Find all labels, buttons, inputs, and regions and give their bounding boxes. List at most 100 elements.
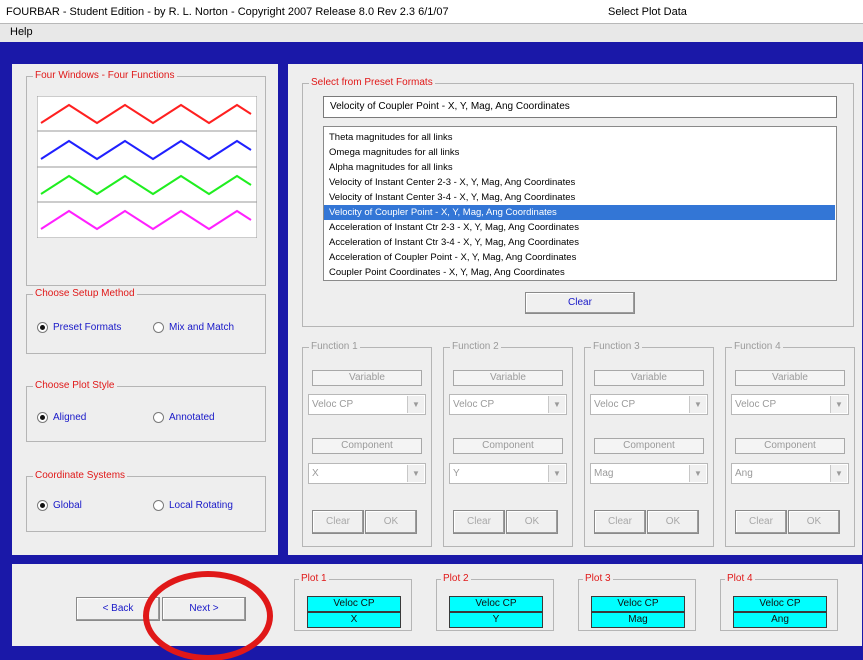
aligned-label[interactable]: Aligned <box>53 412 86 423</box>
function-group-1: Function 1 Variable Veloc CP ▼ Component… <box>302 341 432 547</box>
preset-list-item[interactable]: Coupler Point Coordinates - X, Y, Mag, A… <box>324 265 835 280</box>
component-select[interactable]: Y ▼ <box>449 463 567 484</box>
function-clear-button[interactable]: Clear <box>594 510 646 534</box>
chevron-down-icon[interactable]: ▼ <box>689 396 706 413</box>
window-title: FOURBAR - Student Edition - by R. L. Nor… <box>6 6 449 18</box>
plot-caption: Plot 3 <box>583 573 613 585</box>
function-group-3: Function 3 Variable Veloc CP ▼ Component… <box>584 341 714 547</box>
four-functions-preview <box>37 96 257 238</box>
screen-title: Select Plot Data <box>608 6 687 18</box>
local-rotating-label[interactable]: Local Rotating <box>169 500 233 511</box>
variable-value: Veloc CP <box>453 399 495 410</box>
function-group-2: Function 2 Variable Veloc CP ▼ Component… <box>443 341 573 547</box>
plot-component: X <box>307 612 401 628</box>
variable-label: Variable <box>735 370 845 386</box>
annotated-radio[interactable] <box>153 412 164 423</box>
aligned-radio[interactable] <box>37 412 48 423</box>
menu-help[interactable]: Help <box>10 26 33 38</box>
chevron-down-icon[interactable]: ▼ <box>548 396 565 413</box>
preset-list-item[interactable]: Velocity of Coupler Point - X, Y, Mag, A… <box>324 205 835 220</box>
four-windows-group: Four Windows - Four Functions <box>26 70 266 286</box>
variable-value: Veloc CP <box>312 399 354 410</box>
component-label: Component <box>312 438 422 454</box>
function-clear-button[interactable]: Clear <box>735 510 787 534</box>
setup-method-caption: Choose Setup Method <box>33 288 137 300</box>
preset-list-item[interactable]: Velocity of Instant Center 3-4 - X, Y, M… <box>324 190 835 205</box>
component-value: X <box>312 468 319 479</box>
function-caption: Function 4 <box>732 341 783 353</box>
plot-component: Ang <box>733 612 827 628</box>
variable-select[interactable]: Veloc CP ▼ <box>308 394 426 415</box>
component-select[interactable]: X ▼ <box>308 463 426 484</box>
preset-list-item[interactable]: Acceleration of Instant Ctr 3-4 - X, Y, … <box>324 235 835 250</box>
plot-variable: Veloc CP <box>307 596 401 612</box>
global-label[interactable]: Global <box>53 500 82 511</box>
variable-value: Veloc CP <box>594 399 636 410</box>
variable-label: Variable <box>312 370 422 386</box>
preset-formats-radio[interactable] <box>37 322 48 333</box>
plot-style-caption: Choose Plot Style <box>33 380 117 392</box>
variable-select[interactable]: Veloc CP ▼ <box>590 394 708 415</box>
chevron-down-icon[interactable]: ▼ <box>689 465 706 482</box>
global-radio[interactable] <box>37 500 48 511</box>
variable-select[interactable]: Veloc CP ▼ <box>731 394 849 415</box>
menu-bar: Help <box>0 24 863 42</box>
variable-select[interactable]: Veloc CP ▼ <box>449 394 567 415</box>
function-caption: Function 3 <box>591 341 642 353</box>
variable-label: Variable <box>594 370 704 386</box>
preset-list-item[interactable]: Acceleration of Instant Ctr 2-3 - X, Y, … <box>324 220 835 235</box>
left-panel: Four Windows - Four Functions Choose Set… <box>12 64 278 555</box>
chevron-down-icon[interactable]: ▼ <box>407 396 424 413</box>
highlight-circle <box>143 571 273 660</box>
chevron-down-icon[interactable]: ▼ <box>407 465 424 482</box>
function-group-4: Function 4 Variable Veloc CP ▼ Component… <box>725 341 855 547</box>
preset-list-item[interactable]: Omega magnitudes for all links <box>324 145 835 160</box>
setup-method-group: Choose Setup Method Preset Formats Mix a… <box>26 288 266 354</box>
plot-variable: Veloc CP <box>733 596 827 612</box>
component-label: Component <box>453 438 563 454</box>
coordinate-systems-caption: Coordinate Systems <box>33 470 128 482</box>
component-label: Component <box>594 438 704 454</box>
plot-component: Y <box>449 612 543 628</box>
mix-and-match-label[interactable]: Mix and Match <box>169 322 234 333</box>
chevron-down-icon[interactable]: ▼ <box>830 396 847 413</box>
plot-style-group: Choose Plot Style Aligned Annotated <box>26 380 266 442</box>
preset-list-item[interactable]: Acceleration of Coupler Point - X, Y, Ma… <box>324 250 835 265</box>
local-rotating-radio[interactable] <box>153 500 164 511</box>
plot-summary-3: Plot 3 Veloc CP Mag <box>578 573 696 631</box>
plot-caption: Plot 1 <box>299 573 329 585</box>
mix-and-match-radio[interactable] <box>153 322 164 333</box>
plot-caption: Plot 2 <box>441 573 471 585</box>
preset-current-field[interactable]: Velocity of Coupler Point - X, Y, Mag, A… <box>323 96 837 118</box>
component-select[interactable]: Mag ▼ <box>590 463 708 484</box>
function-ok-button[interactable]: OK <box>365 510 417 534</box>
function-ok-button[interactable]: OK <box>788 510 840 534</box>
preset-list-item[interactable]: Theta magnitudes for all links <box>324 130 835 145</box>
chevron-down-icon[interactable]: ▼ <box>830 465 847 482</box>
variable-label: Variable <box>453 370 563 386</box>
plot-summary-2: Plot 2 Veloc CP Y <box>436 573 554 631</box>
preset-formats-caption: Select from Preset Formats <box>309 77 435 89</box>
plot-summary-4: Plot 4 Veloc CP Ang <box>720 573 838 631</box>
component-select[interactable]: Ang ▼ <box>731 463 849 484</box>
component-value: Mag <box>594 468 614 479</box>
preset-clear-button[interactable]: Clear <box>525 292 635 314</box>
right-panel: Select from Preset Formats Velocity of C… <box>288 64 862 555</box>
preset-list-item[interactable]: Alpha magnitudes for all links <box>324 160 835 175</box>
preset-list[interactable]: Theta magnitudes for all links Omega magn… <box>323 126 837 281</box>
function-caption: Function 2 <box>450 341 501 353</box>
function-ok-button[interactable]: OK <box>647 510 699 534</box>
chevron-down-icon[interactable]: ▼ <box>548 465 565 482</box>
function-ok-button[interactable]: OK <box>506 510 558 534</box>
preset-list-item[interactable]: Velocity of Instant Center 2-3 - X, Y, M… <box>324 175 835 190</box>
plot-component: Mag <box>591 612 685 628</box>
function-clear-button[interactable]: Clear <box>312 510 364 534</box>
variable-value: Veloc CP <box>735 399 777 410</box>
component-value: Ang <box>735 468 753 479</box>
function-clear-button[interactable]: Clear <box>453 510 505 534</box>
preset-formats-label[interactable]: Preset Formats <box>53 322 121 333</box>
plot-variable: Veloc CP <box>449 596 543 612</box>
annotated-label[interactable]: Annotated <box>169 412 215 423</box>
component-label: Component <box>735 438 845 454</box>
preset-formats-group: Select from Preset Formats Velocity of C… <box>302 77 854 327</box>
